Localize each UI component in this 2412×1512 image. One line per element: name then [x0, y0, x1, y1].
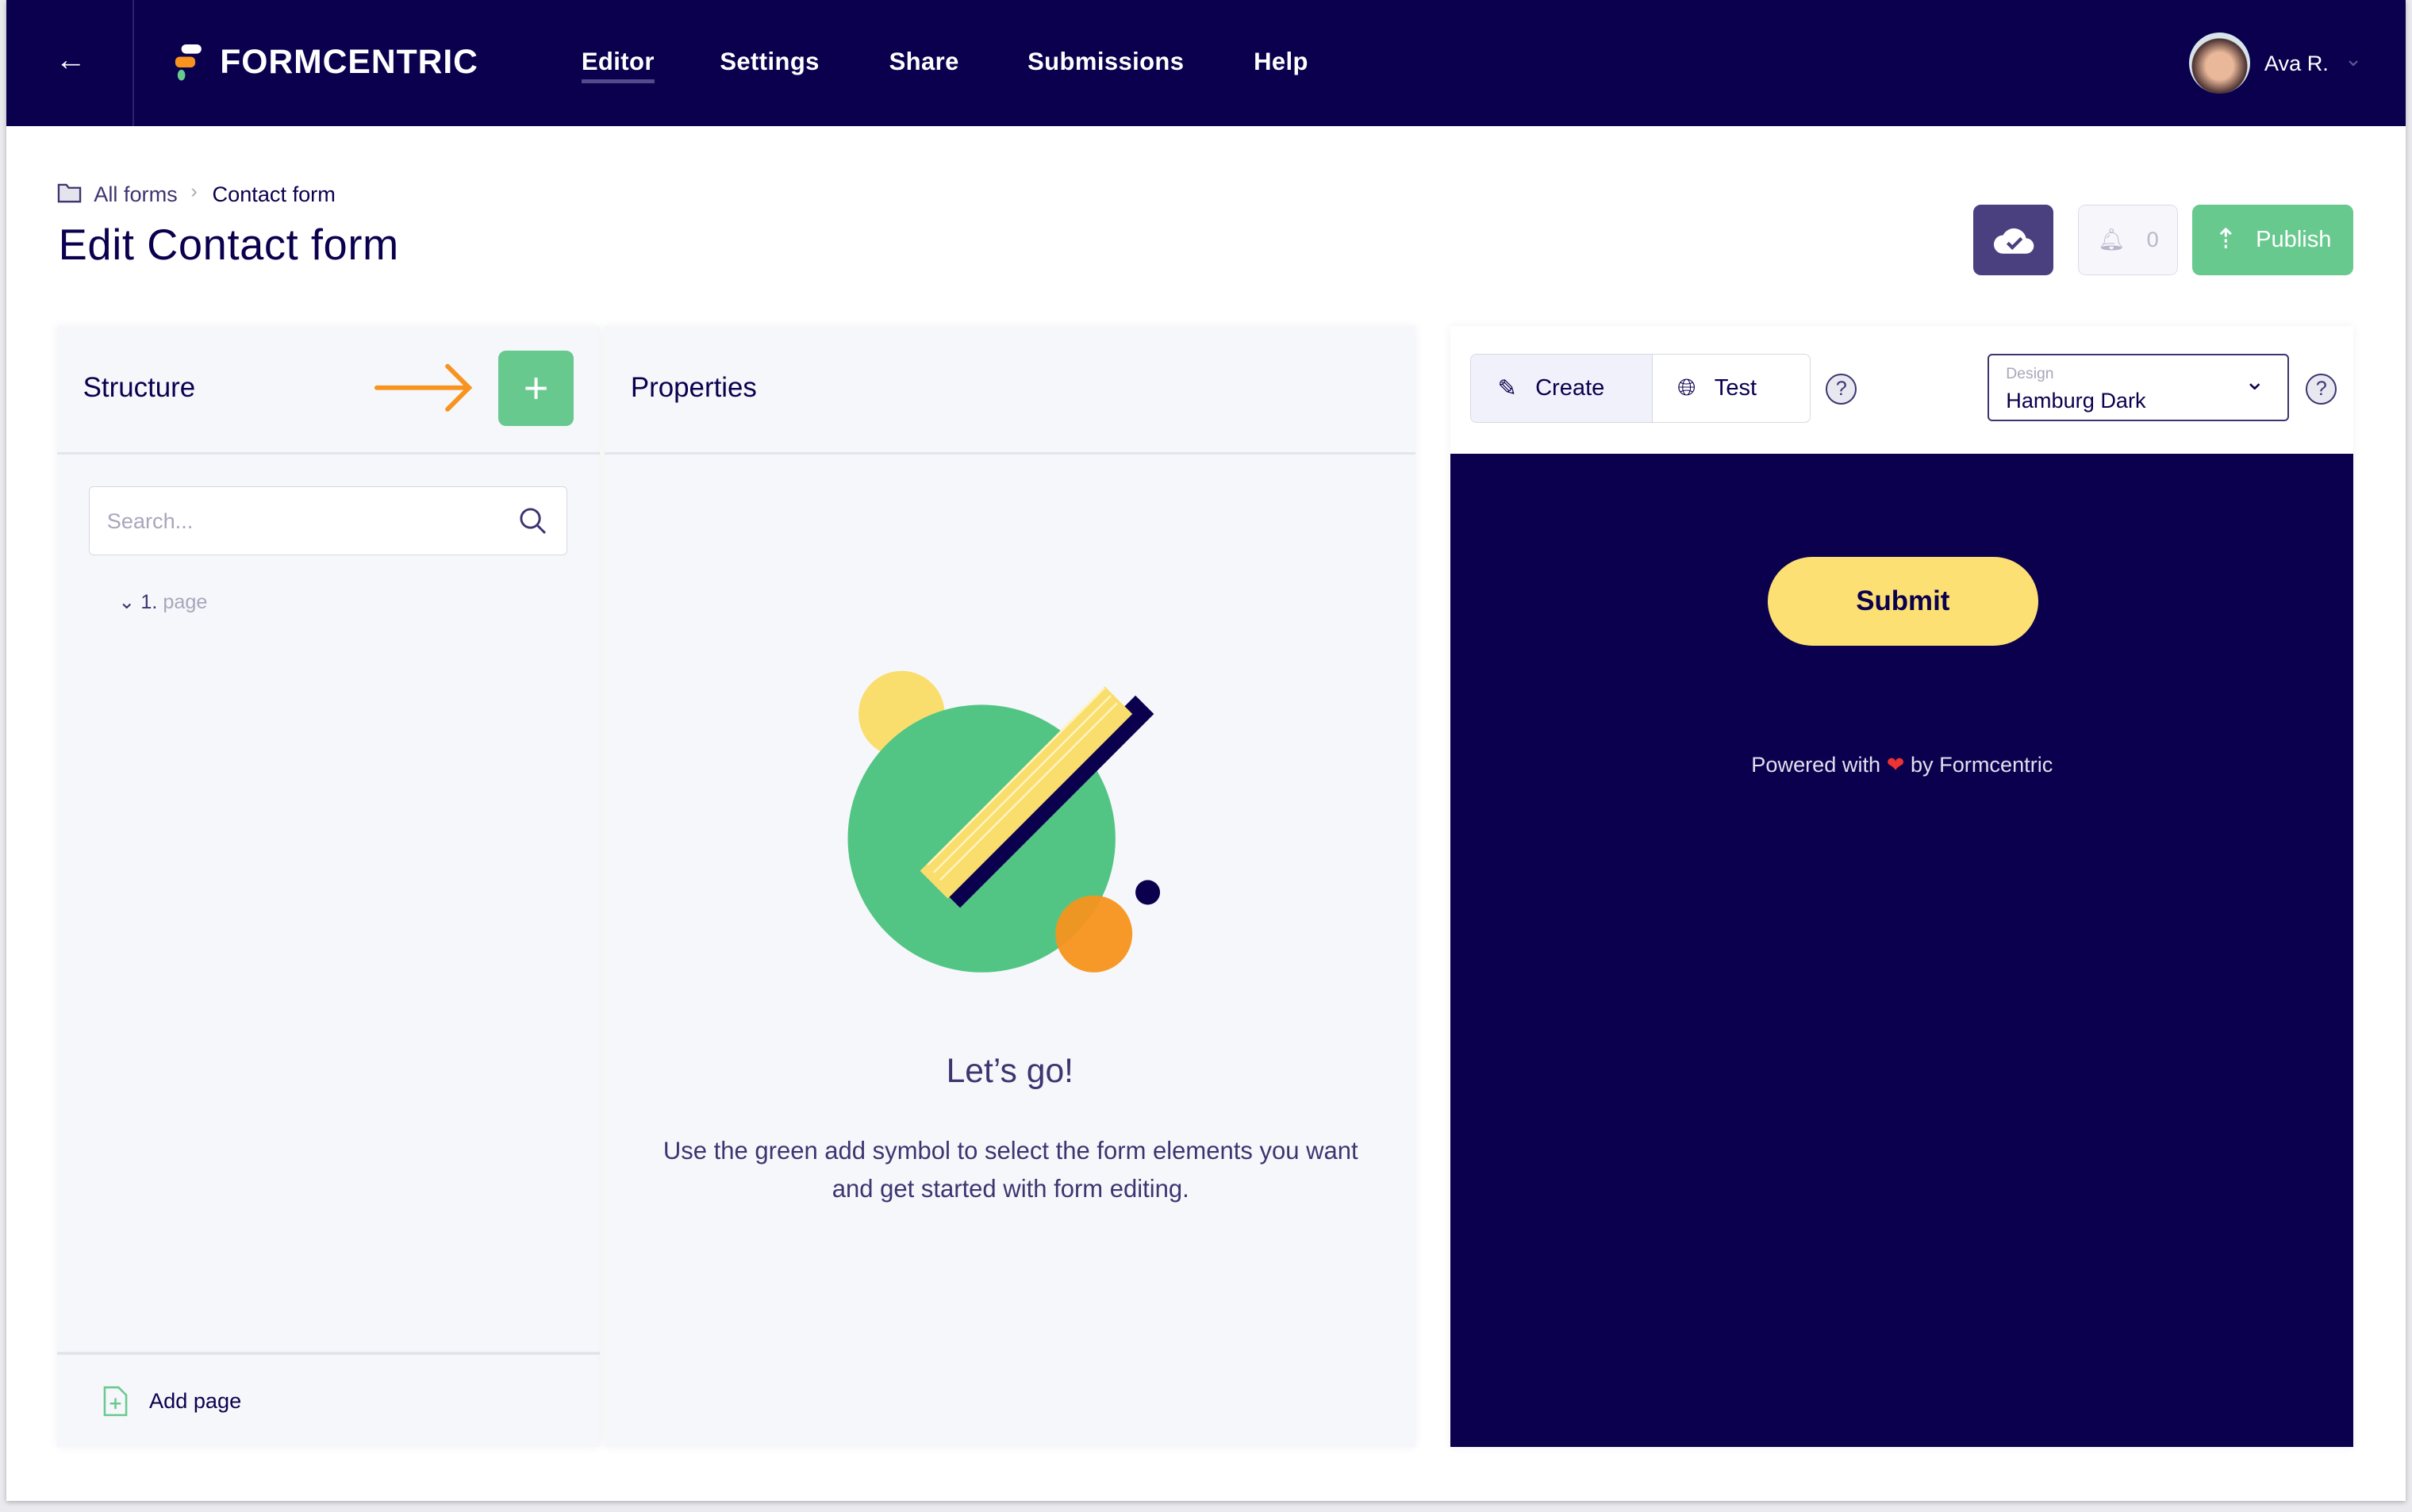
properties-header: Properties: [604, 326, 1415, 455]
formcentric-logo-icon: [175, 44, 202, 81]
brand-name[interactable]: FORMCENTRIC: [220, 43, 478, 82]
bell-icon: 🔔︎: [2097, 227, 2126, 252]
heart-icon: ❤: [1886, 752, 1905, 777]
test-label: Test: [1714, 375, 1757, 401]
page-number: 1.: [140, 591, 158, 614]
notifications-button[interactable]: 🔔︎ 0: [2078, 204, 2179, 276]
pencil-illustration: [847, 670, 1160, 973]
page-label: page: [163, 591, 208, 614]
app-window: ← FORMCENTRIC Editor Settings Share Subm…: [6, 0, 2406, 1502]
add-page-icon: [103, 1386, 128, 1416]
form-preview: Submit Powered with ❤ by Formcentric: [1450, 453, 2354, 1448]
chevron-right-icon: ›: [190, 179, 198, 202]
nav-settings[interactable]: Settings: [720, 48, 819, 76]
user-name[interactable]: Ava R.: [2264, 51, 2329, 76]
orange-arrow-icon: [374, 363, 473, 412]
upload-icon: ⇡: [2214, 224, 2237, 255]
help-icon[interactable]: ?: [2306, 374, 2337, 405]
structure-header: Structure +: [56, 326, 601, 455]
mode-toggle: ✎ Create 🌐︎ Test: [1470, 353, 1811, 424]
divider: [132, 0, 134, 126]
powered-pre: Powered with: [1751, 752, 1881, 777]
tree-item-page[interactable]: ⌄ 1. page: [118, 590, 207, 614]
breadcrumb-all-forms[interactable]: All forms: [94, 182, 178, 207]
structure-title: Structure: [83, 372, 196, 404]
pencil-icon: ✎: [1497, 376, 1517, 402]
nav-submissions[interactable]: Submissions: [1027, 48, 1184, 76]
notification-count: 0: [2146, 227, 2159, 252]
search-icon[interactable]: [519, 507, 547, 535]
design-select[interactable]: Design Hamburg Dark ⌄: [1987, 353, 2289, 422]
search-input[interactable]: Search...: [89, 485, 568, 555]
divider: [56, 1352, 601, 1356]
nav-editor[interactable]: Editor: [581, 48, 655, 83]
design-value: Hamburg Dark: [2006, 387, 2146, 413]
properties-title: Properties: [630, 372, 757, 404]
cloud-check-icon: [1993, 228, 2034, 254]
test-tab[interactable]: 🌐︎ Test: [1653, 355, 1810, 422]
folder-icon: [57, 183, 81, 203]
empty-state-text: Use the green add symbol to select the f…: [663, 1136, 1358, 1203]
design-label: Design: [2006, 364, 2054, 382]
submit-button[interactable]: Submit: [1767, 556, 2038, 647]
create-label: Create: [1535, 375, 1605, 401]
empty-state-title: Let’s go!: [946, 1052, 1074, 1091]
chevron-down-icon[interactable]: ⌄: [118, 591, 135, 613]
add-page-label: Add page: [149, 1388, 242, 1414]
add-page-button[interactable]: Add page: [103, 1386, 241, 1417]
top-nav: ← FORMCENTRIC Editor Settings Share Subm…: [6, 0, 2406, 126]
search-placeholder: Search...: [106, 508, 194, 533]
preview-panel: ✎ Create 🌐︎ Test ? Design Hamburg Dark ⌄ ?…: [1450, 326, 2354, 1448]
powered-by: Powered with ❤ by Formcentric: [1450, 752, 2353, 777]
globe-icon: 🌐︎: [1677, 375, 1696, 401]
breadcrumb-current: Contact form: [212, 181, 336, 206]
powered-post: by Formcentric: [1910, 752, 2053, 777]
help-icon[interactable]: ?: [1826, 374, 1857, 405]
chevron-down-icon: ⌄: [2244, 367, 2265, 396]
avatar[interactable]: [2188, 32, 2251, 94]
publish-label: Publish: [2256, 226, 2332, 252]
plus-icon: +: [523, 364, 549, 413]
nav-help[interactable]: Help: [1254, 48, 1308, 76]
publish-button[interactable]: ⇡ Publish: [2191, 204, 2354, 276]
properties-panel: Properties Let’s go! Use the green add s…: [604, 326, 1415, 1448]
back-arrow-icon[interactable]: ←: [56, 43, 86, 78]
add-element-button[interactable]: +: [498, 351, 574, 427]
create-tab[interactable]: ✎ Create: [1471, 354, 1653, 423]
nav-share[interactable]: Share: [889, 48, 959, 76]
structure-panel: Structure + Search... ⌄ 1. page Add page: [56, 326, 601, 1448]
save-status-button[interactable]: [1973, 204, 2054, 276]
page-title: Edit Contact form: [58, 221, 399, 270]
chevron-down-icon[interactable]: ⌄: [2345, 46, 2363, 71]
